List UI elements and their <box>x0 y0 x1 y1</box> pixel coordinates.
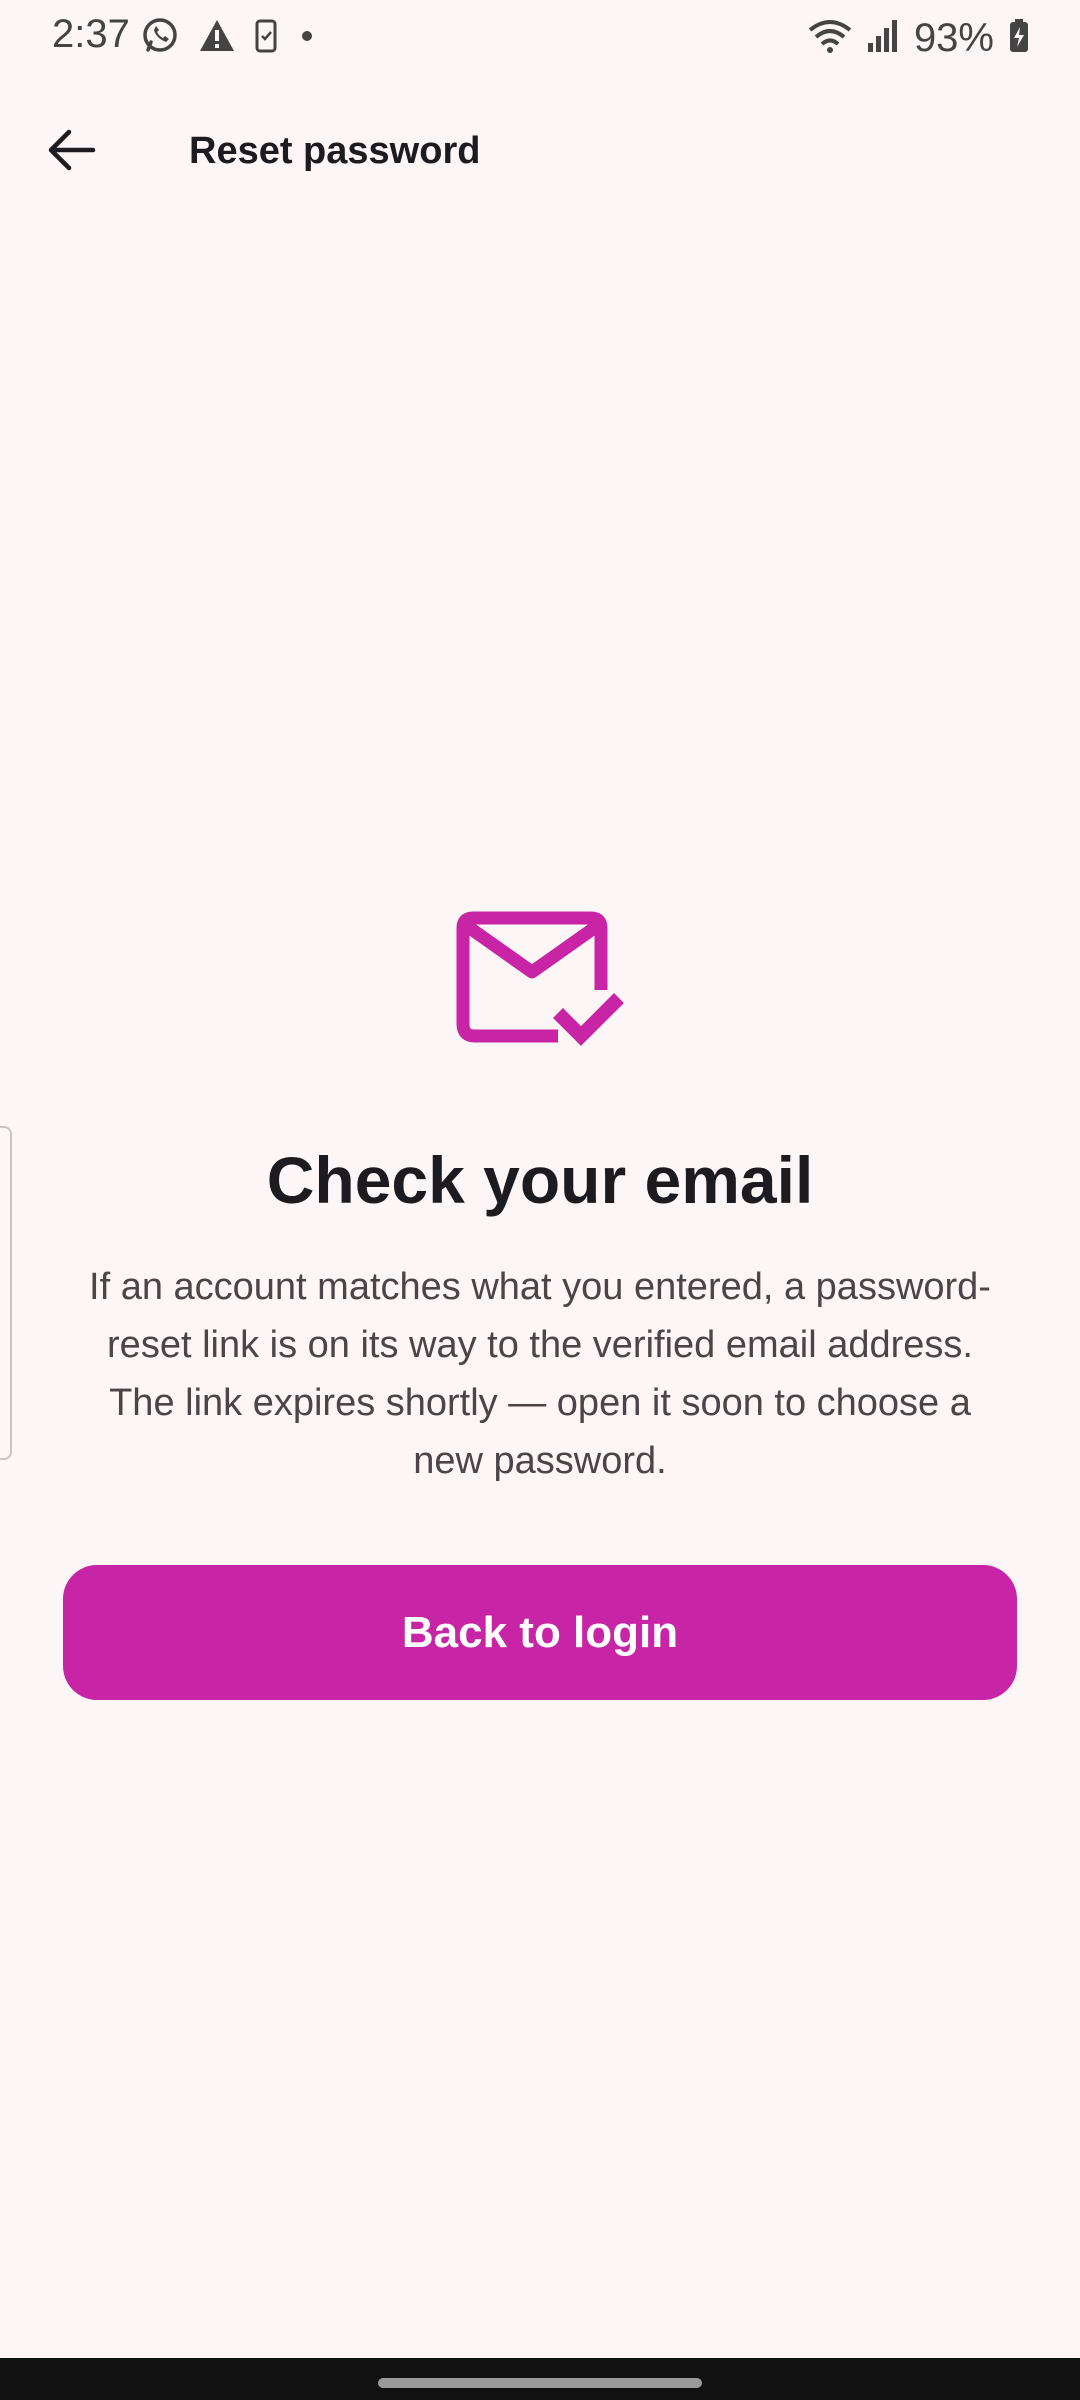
battery-charging-icon <box>1008 18 1030 59</box>
signal-icon <box>866 19 900 58</box>
system-icons: 93% <box>808 12 1030 64</box>
home-gesture-handle[interactable] <box>378 2378 702 2388</box>
status-bar: 2:37 93% <box>0 0 1080 78</box>
mail-check-icon <box>455 910 625 1060</box>
navigation-bar <box>0 2358 1080 2400</box>
page-title: Reset password <box>189 130 481 172</box>
whatsapp-icon <box>140 16 180 61</box>
status-time: 2:37 <box>52 12 130 56</box>
warning-icon <box>198 18 236 59</box>
description-text: If an account matches what you entered, … <box>89 1266 991 1482</box>
notification-icons <box>140 16 318 61</box>
arrow-back-icon <box>47 128 97 177</box>
wifi-icon <box>808 18 852 59</box>
back-button[interactable] <box>36 116 108 188</box>
battery-percentage: 93% <box>913 15 994 60</box>
dot-icon <box>296 25 318 52</box>
back-to-login-button[interactable]: Back to login <box>63 1565 1017 1700</box>
headline: Check your email <box>266 1143 814 1217</box>
sim-icon <box>254 19 278 58</box>
top-app-bar: Reset password <box>0 90 1080 214</box>
